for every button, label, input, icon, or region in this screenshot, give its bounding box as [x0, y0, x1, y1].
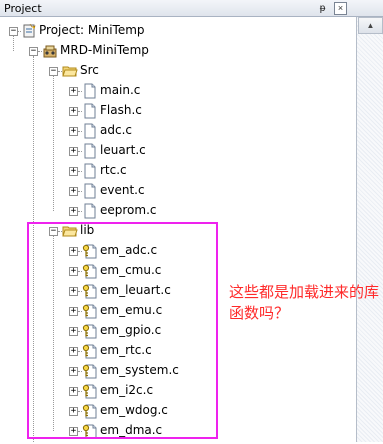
- tree-file-0-0-label[interactable]: main.c: [100, 83, 140, 98]
- tree-guide-project: [13, 36, 14, 51]
- file-icon: [82, 163, 98, 179]
- lib-highlight-box: [27, 222, 218, 439]
- tree-file-0-3-label[interactable]: leuart.c: [100, 143, 146, 158]
- scroll-up-arrow-icon[interactable]: ▲: [358, 17, 383, 34]
- tree-guide-group-0: [53, 76, 54, 211]
- tree-file-0-4-expander-icon[interactable]: +: [69, 167, 78, 176]
- annotation-text: 这些都是加载进来的库函数吗？: [229, 283, 380, 322]
- tree-file-0-2-label[interactable]: adc.c: [100, 123, 132, 138]
- file-icon: [82, 203, 98, 219]
- tree-file-0-5-expander-icon[interactable]: +: [69, 187, 78, 196]
- tree-file-0-1-expander-icon[interactable]: +: [69, 107, 78, 116]
- vertical-scrollbar[interactable]: ▲: [356, 17, 383, 442]
- pin-icon[interactable]: ᵽ: [317, 3, 328, 14]
- tree-file-0-4-label[interactable]: rtc.c: [100, 163, 127, 178]
- tree-target-label[interactable]: MRD-MiniTemp: [60, 43, 149, 58]
- tree-project-expander-icon[interactable]: −: [9, 27, 18, 36]
- tree-file-0-1-label[interactable]: Flash.c: [100, 103, 142, 118]
- panel-title: Project: [4, 2, 42, 15]
- tree-target-expander-icon[interactable]: −: [29, 47, 38, 56]
- tree-file-0-2-expander-icon[interactable]: +: [69, 127, 78, 136]
- file-icon: [82, 143, 98, 159]
- tree-file-0-0-expander-icon[interactable]: +: [69, 87, 78, 96]
- tree-file-0-5-label[interactable]: event.c: [100, 183, 145, 198]
- folder-open-icon: [62, 63, 78, 79]
- close-icon[interactable]: ×: [334, 2, 347, 15]
- file-icon: [82, 123, 98, 139]
- tree-file-0-3-expander-icon[interactable]: +: [69, 147, 78, 156]
- tree-file-0-6-expander-icon[interactable]: +: [69, 207, 78, 216]
- tree-file-0-6-label[interactable]: eeprom.c: [100, 203, 157, 218]
- target-icon: [42, 43, 58, 59]
- tree-group-src-label[interactable]: Src: [80, 63, 99, 78]
- project-icon: [21, 23, 37, 39]
- file-icon: [82, 103, 98, 119]
- file-icon: [82, 83, 98, 99]
- tree-project-label[interactable]: Project: MiniTemp: [39, 23, 145, 38]
- panel-titlebar: Project ᵽ ×: [0, 0, 383, 17]
- tree-group-src-expander-icon[interactable]: −: [49, 67, 58, 76]
- file-icon: [82, 183, 98, 199]
